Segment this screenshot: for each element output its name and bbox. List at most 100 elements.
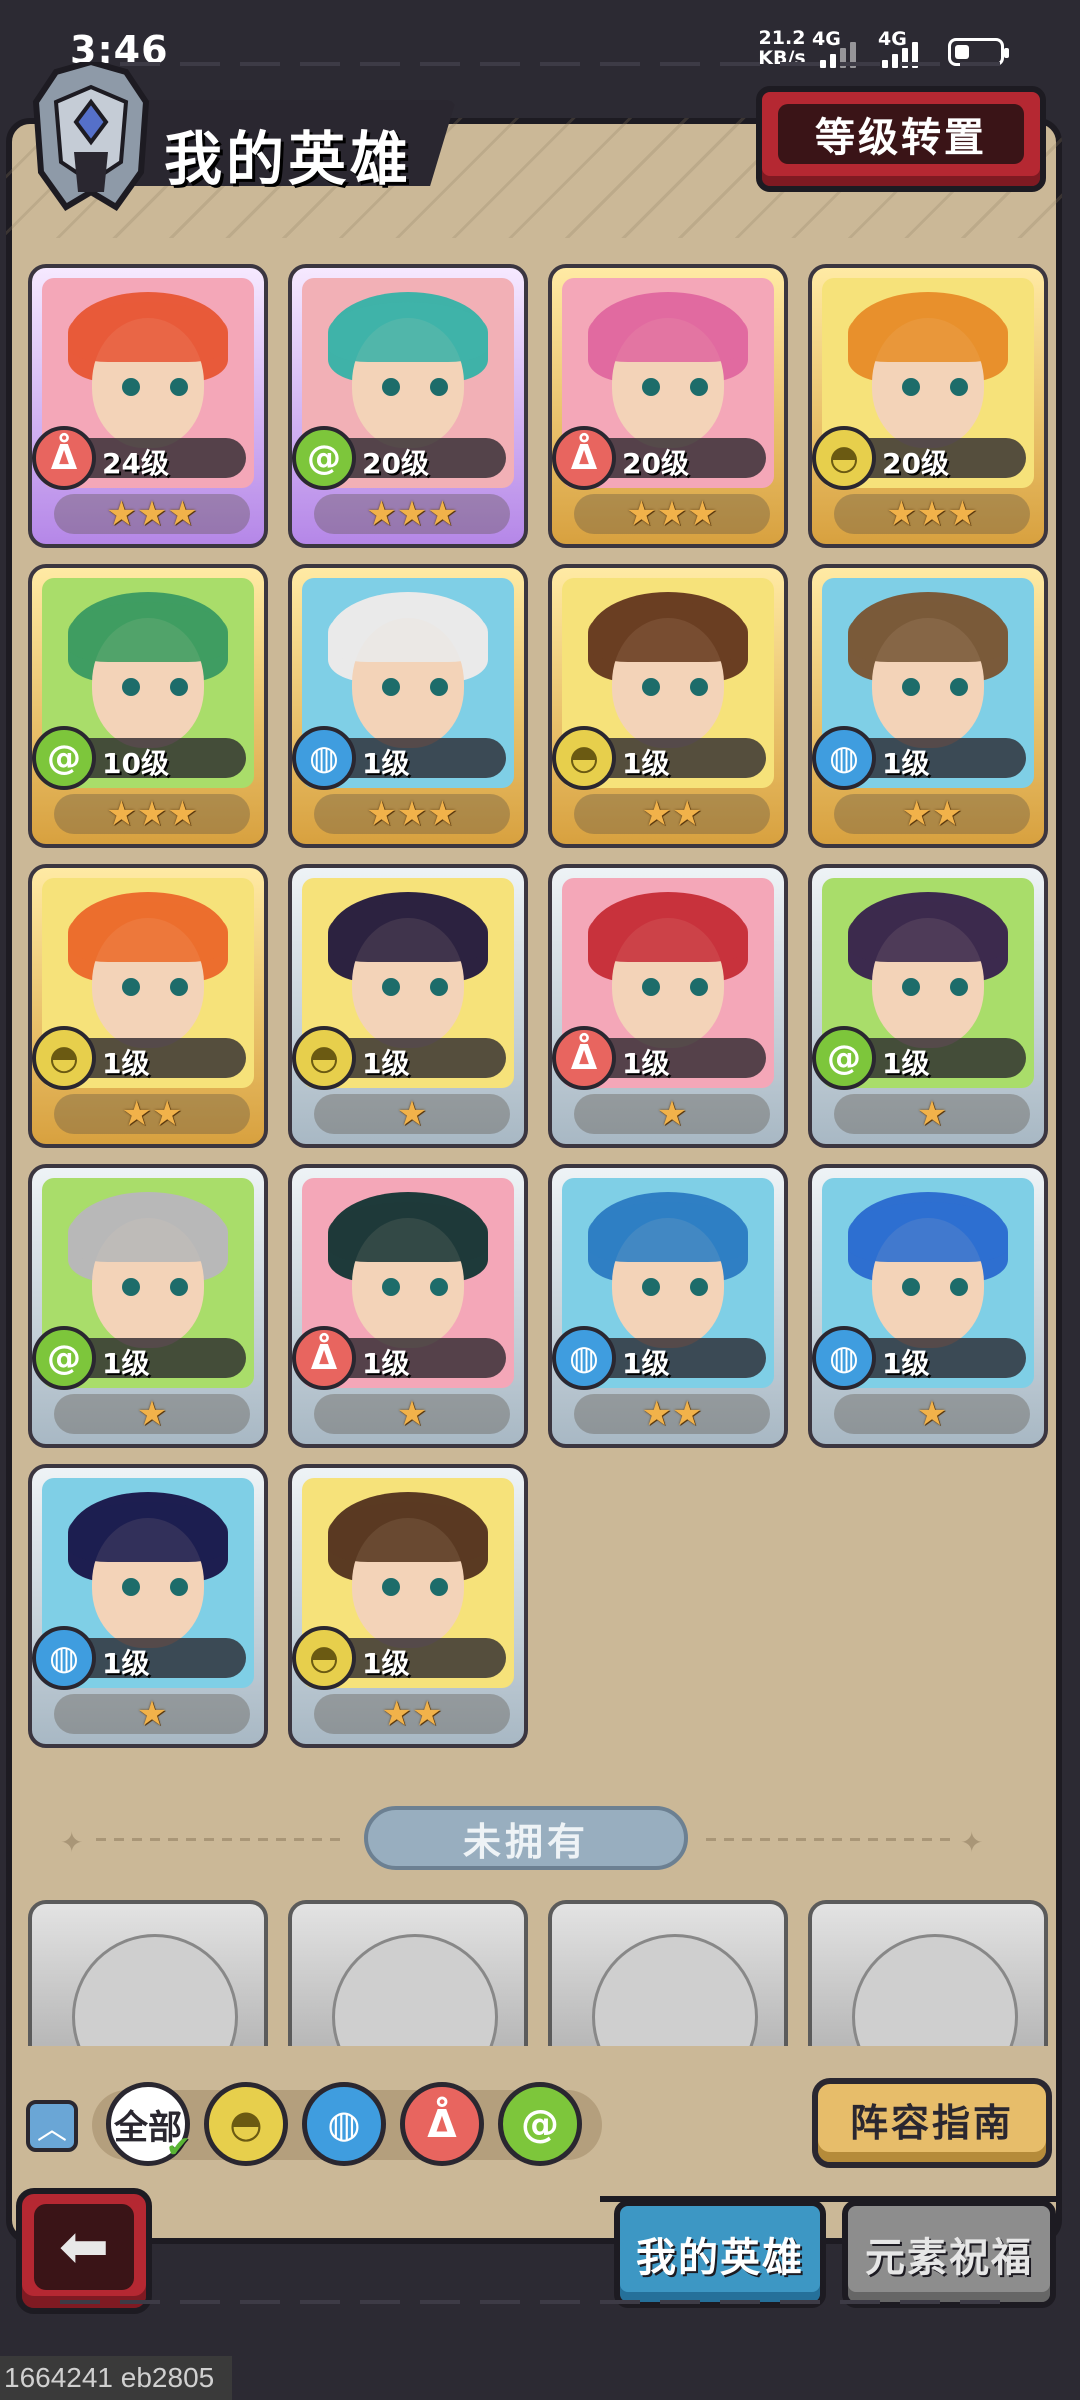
divider-diamond-right-icon: ✦ xyxy=(960,1826,984,1859)
hero-card[interactable]: @1级 ★ xyxy=(28,1164,268,1448)
star-rating: ★ xyxy=(314,1094,510,1134)
star-icon: ★★★ xyxy=(366,794,458,834)
earth-element-icon: ◓ xyxy=(812,426,876,490)
star-rating: ★★★ xyxy=(54,494,250,534)
unowned-hero-card[interactable] xyxy=(548,1900,788,2046)
filter-fire-button[interactable]: ᐂ xyxy=(400,2082,484,2166)
star-icon: ★★★ xyxy=(886,494,978,534)
star-icon: ★ xyxy=(916,1394,948,1434)
star-rating: ★ xyxy=(834,1394,1030,1434)
star-icon: ★ xyxy=(396,1394,428,1434)
hero-level: 1级 xyxy=(102,1047,150,1080)
filter-wood-button[interactable]: @ xyxy=(498,2082,582,2166)
tab-element-blessing[interactable]: 元素祝福 xyxy=(842,2200,1056,2308)
earth-element-icon: ◓ xyxy=(292,1626,356,1690)
hero-level: 1级 xyxy=(622,747,670,780)
star-rating: ★ xyxy=(54,1694,250,1734)
hero-card[interactable]: ◓ 1级 ★ xyxy=(288,864,528,1148)
star-icon: ★ xyxy=(916,1094,948,1134)
star-rating: ★★★ xyxy=(314,794,510,834)
divider-line-right xyxy=(706,1838,956,1841)
filter-water-button[interactable]: ◍ xyxy=(302,2082,386,2166)
star-rating: ★ xyxy=(314,1394,510,1434)
hero-card[interactable]: ᐂ 1级 ★ xyxy=(548,864,788,1148)
unowned-hero-card[interactable] xyxy=(808,1900,1048,2046)
hero-card[interactable]: ◓ 1级 ★★ xyxy=(28,864,268,1148)
tab-my-heroes[interactable]: 我的英雄 xyxy=(614,2200,826,2308)
fire-element-icon: ᐂ xyxy=(427,2102,457,2146)
water-element-icon: ◍ xyxy=(552,1326,616,1390)
star-rating: ★★ xyxy=(574,794,770,834)
divider-diamond-left-icon: ✦ xyxy=(60,1826,84,1859)
star-icon: ★★★ xyxy=(106,494,198,534)
star-rating: ★★ xyxy=(314,1694,510,1734)
hero-level: 1级 xyxy=(362,1647,410,1680)
star-rating: ★ xyxy=(574,1094,770,1134)
page-header: 我的英雄 xyxy=(26,62,456,211)
page-title: 我的英雄 xyxy=(164,125,413,193)
hero-level: 1级 xyxy=(362,1347,410,1380)
hero-card[interactable]: ◓ 1级 ★★ xyxy=(548,564,788,848)
unowned-hero-card[interactable] xyxy=(288,1900,528,2046)
star-rating: ★★★ xyxy=(834,494,1030,534)
star-icon: ★ xyxy=(656,1094,688,1134)
water-element-icon: ◍ xyxy=(812,726,876,790)
star-icon: ★★★ xyxy=(366,494,458,534)
star-icon: ★ xyxy=(136,1394,168,1434)
hero-card[interactable]: ᐂ 24级 ★★★ xyxy=(28,264,268,548)
fire-element-icon: ᐂ xyxy=(292,1326,356,1390)
unowned-hero-card[interactable] xyxy=(28,1900,268,2046)
wood-element-icon: @ xyxy=(292,426,356,490)
earth-element-icon: ◓ xyxy=(229,2102,263,2146)
back-arrow-icon: ⬅ xyxy=(34,2204,134,2290)
water-element-icon: ◍ xyxy=(327,2102,361,2146)
level-transfer-label: 等级转置 xyxy=(778,104,1024,164)
hero-card[interactable]: ◍ 1级 ★ xyxy=(28,1464,268,1748)
hero-card[interactable]: @1级 ★ xyxy=(808,864,1048,1148)
filter-all-button[interactable]: 全部 ✔ xyxy=(106,2082,191,2166)
hero-level: 1级 xyxy=(622,1347,670,1380)
hero-card[interactable]: @10级 ★★★ xyxy=(28,564,268,848)
hero-card[interactable]: ◓ 20级 ★★★ xyxy=(808,264,1048,548)
wood-element-icon: @ xyxy=(32,1326,96,1390)
star-rating: ★★★ xyxy=(54,794,250,834)
star-rating: ★★ xyxy=(834,794,1030,834)
hero-card[interactable]: ◍ 1级 ★★ xyxy=(808,564,1048,848)
hero-level: 20级 xyxy=(362,447,429,480)
hero-card[interactable]: ᐂ 20级 ★★★ xyxy=(548,264,788,548)
earth-element-icon: ◓ xyxy=(552,726,616,790)
hero-card[interactable]: ◓ 1级 ★★ xyxy=(288,1464,528,1748)
element-filter-bar: ︿ 全部 ✔ ◓ ◍ ᐂ @ xyxy=(22,2082,602,2168)
unowned-hero-row xyxy=(28,1900,1054,2046)
fire-element-icon: ᐂ xyxy=(32,426,96,490)
net-speed-value: 21.2 xyxy=(758,27,806,49)
hero-card[interactable]: ◍ 1级 ★★★ xyxy=(288,564,528,848)
star-rating: ★★ xyxy=(574,1394,770,1434)
back-button[interactable]: ⬅ xyxy=(16,2188,152,2314)
star-icon: ★ xyxy=(396,1094,428,1134)
water-element-icon: ◍ xyxy=(32,1626,96,1690)
star-icon: ★★ xyxy=(641,1394,703,1434)
filter-earth-button[interactable]: ◓ xyxy=(204,2082,288,2166)
lineup-guide-button[interactable]: 阵容指南 xyxy=(812,2078,1052,2168)
wood-element-icon: @ xyxy=(812,1026,876,1090)
star-icon: ★★ xyxy=(641,794,703,834)
hero-card[interactable]: ᐂ 1级 ★ xyxy=(288,1164,528,1448)
checkmark-icon: ✔ xyxy=(165,2130,191,2165)
star-rating: ★ xyxy=(54,1394,250,1434)
hero-level: 24级 xyxy=(102,447,169,480)
earth-element-icon: ◓ xyxy=(32,1026,96,1090)
collapse-up-button[interactable]: ︿ xyxy=(26,2100,78,2152)
star-icon: ★★ xyxy=(901,794,963,834)
hero-card[interactable]: @20级 ★★★ xyxy=(288,264,528,548)
hero-level: 1级 xyxy=(882,1347,930,1380)
hero-card[interactable]: ◍ 1级 ★ xyxy=(808,1164,1048,1448)
star-rating: ★★★ xyxy=(314,494,510,534)
level-transfer-button[interactable]: 等级转置 xyxy=(756,86,1046,192)
hero-level: 1级 xyxy=(362,747,410,780)
hero-level: 1级 xyxy=(362,1047,410,1080)
wood-element-icon: @ xyxy=(521,2102,559,2146)
divider-line-left xyxy=(96,1838,346,1841)
hero-card[interactable]: ◍ 1级 ★★ xyxy=(548,1164,788,1448)
water-element-icon: ◍ xyxy=(292,726,356,790)
